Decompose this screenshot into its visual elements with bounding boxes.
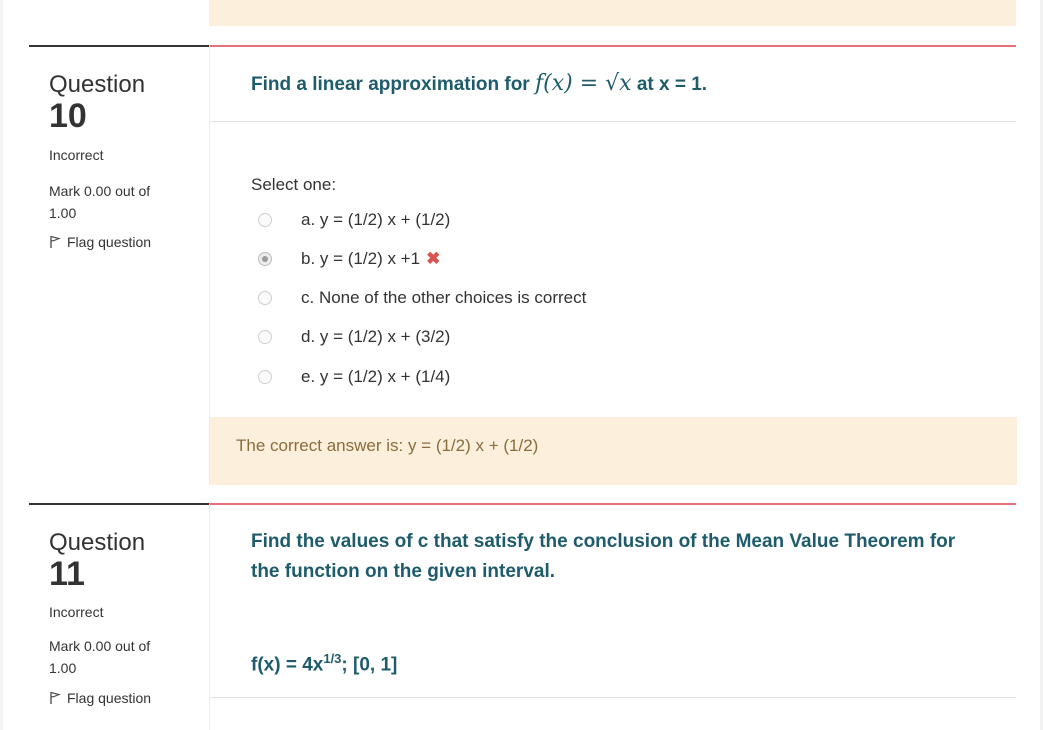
radio-button-e[interactable] bbox=[258, 370, 272, 384]
previous-feedback-box bbox=[209, 0, 1016, 26]
formula-exponent: 1/3 bbox=[323, 651, 342, 666]
option-label-e: e. y = (1/2) x + (1/4) bbox=[301, 367, 451, 386]
radio-button-a[interactable] bbox=[258, 213, 272, 227]
radio-button-b[interactable] bbox=[258, 252, 272, 266]
question-grade: Mark 0.00 out of 1.00 bbox=[49, 183, 151, 221]
correct-answer-text: The correct answer is: y = (1/2) x + (1/… bbox=[236, 436, 539, 455]
formula-base: f(x) = 4x bbox=[251, 654, 324, 676]
question-11: Question 11 Incorrect Mark 0.00 out of 1… bbox=[0, 503, 1043, 730]
question-math: f(x) = √x bbox=[534, 71, 632, 96]
option-label-c: c. None of the other choices is correct bbox=[301, 288, 587, 307]
question-label: Question bbox=[49, 529, 146, 556]
function-formula: f(x) = 4x1/3; [0, 1] bbox=[251, 651, 397, 676]
divider bbox=[210, 697, 1016, 698]
flag-question-label: Flag question bbox=[67, 690, 152, 706]
question-number: 11 bbox=[49, 555, 85, 593]
correct-answer-feedback: The correct answer is: y = (1/2) x + (1/… bbox=[210, 417, 1017, 485]
question-text: Find the values of c that satisfy the co… bbox=[251, 531, 956, 582]
question-text-end: at x = 1. bbox=[631, 74, 708, 95]
option-label-d: d. y = (1/2) x + (3/2) bbox=[301, 327, 451, 346]
question-label: Question bbox=[49, 71, 146, 98]
radio-button-c[interactable] bbox=[258, 291, 272, 305]
question-content: Find a linear approximation for f(x) = √… bbox=[209, 45, 1017, 485]
flag-question-label: Flag question bbox=[67, 234, 152, 250]
question-state: Incorrect bbox=[49, 604, 104, 620]
question-text-start: Find a linear approximation for bbox=[251, 74, 535, 95]
answer-option-b[interactable]: b. y = (1/2) x +1 ✖ bbox=[258, 247, 440, 271]
question-info: Question 11 Incorrect Mark 0.00 out of 1… bbox=[29, 503, 209, 730]
cross-icon: ✖ bbox=[426, 249, 441, 268]
question-number: 10 bbox=[49, 97, 87, 135]
question-grade: Mark 0.00 out of 1.00 bbox=[49, 638, 151, 676]
answer-option-a[interactable]: a. y = (1/2) x + (1/2) bbox=[258, 208, 450, 232]
answer-option-d[interactable]: d. y = (1/2) x + (3/2) bbox=[258, 325, 450, 349]
option-label-a: a. y = (1/2) x + (1/2) bbox=[301, 210, 451, 229]
question-10: Question 10 Incorrect Mark 0.00 out of 1… bbox=[0, 45, 1043, 485]
flag-icon bbox=[50, 235, 61, 248]
flag-icon bbox=[50, 691, 61, 704]
answer-option-e[interactable]: e. y = (1/2) x + (1/4) bbox=[258, 365, 450, 389]
flag-question-link[interactable]: Flag question bbox=[49, 234, 151, 250]
question-info: Question 10 Incorrect Mark 0.00 out of 1… bbox=[29, 45, 209, 485]
radio-button-d[interactable] bbox=[258, 330, 272, 344]
formula-interval: ; [0, 1] bbox=[341, 654, 398, 676]
question-state: Incorrect bbox=[49, 147, 104, 163]
answer-option-c[interactable]: c. None of the other choices is correct bbox=[258, 286, 586, 310]
option-label-b: b. y = (1/2) x +1 bbox=[301, 249, 421, 268]
flag-question-link[interactable]: Flag question bbox=[49, 690, 151, 706]
question-content: Find the values of c that satisfy the co… bbox=[209, 503, 1016, 730]
select-one-prompt: Select one: bbox=[251, 175, 337, 194]
divider bbox=[210, 121, 1016, 122]
question-text: Find a linear approximation for f(x) = √… bbox=[251, 69, 971, 100]
